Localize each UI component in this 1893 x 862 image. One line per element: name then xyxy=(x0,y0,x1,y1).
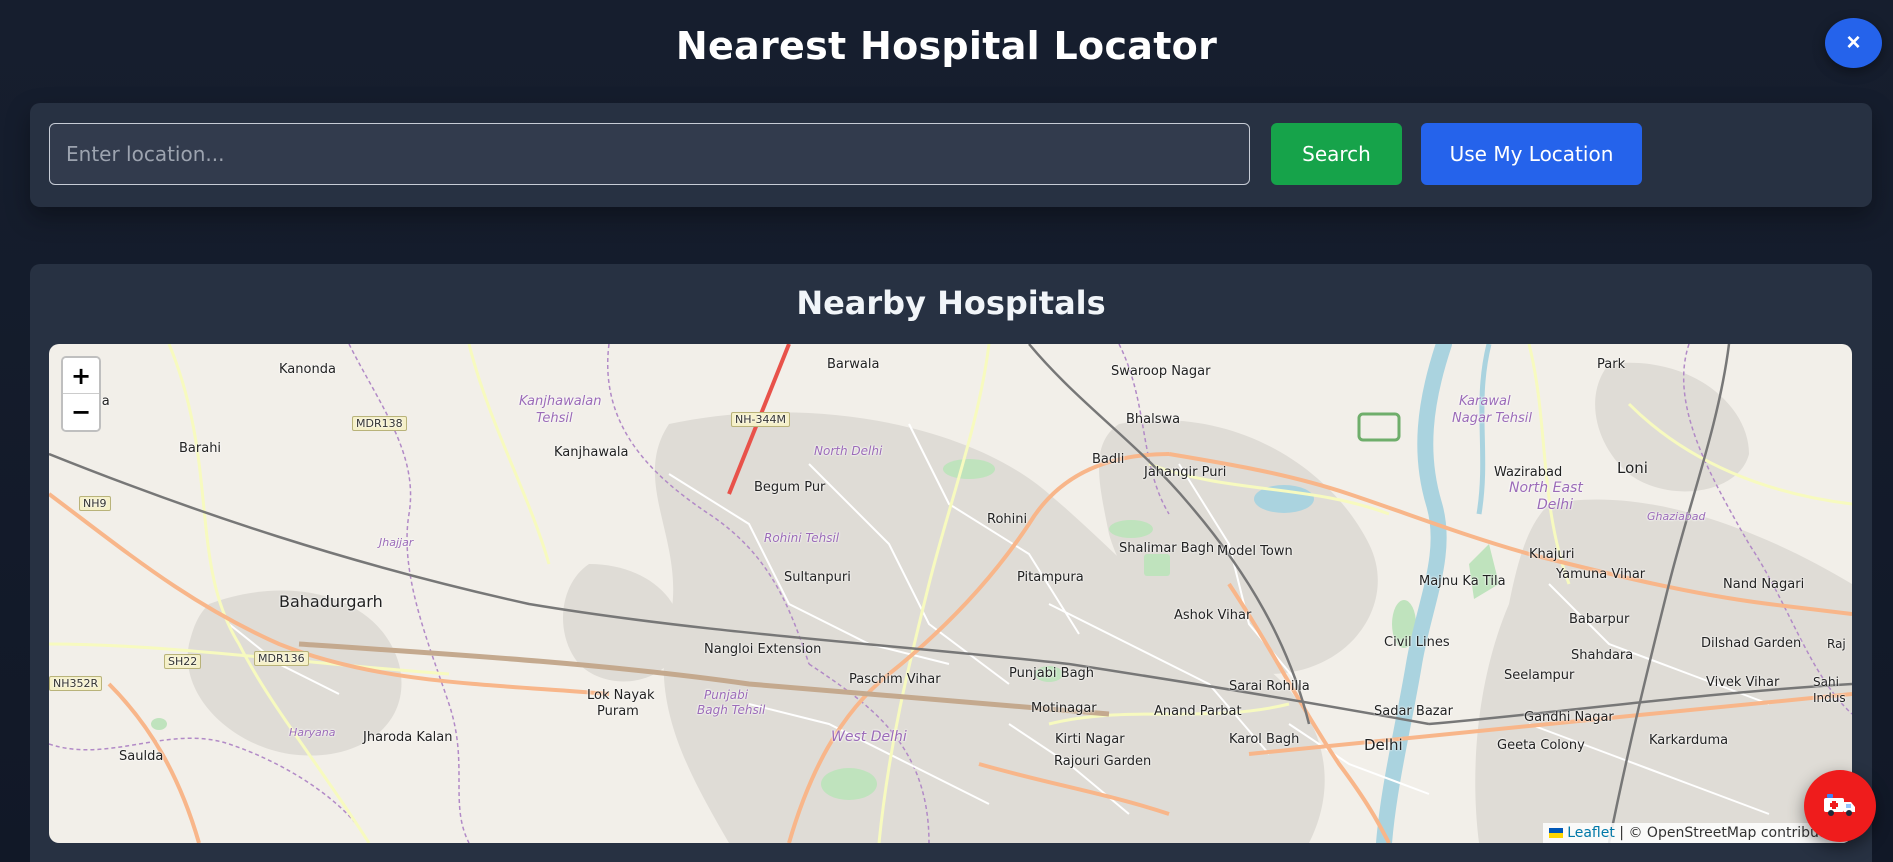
map-label: Swaroop Nagar xyxy=(1111,364,1211,379)
map-label: Karawal xyxy=(1459,394,1511,409)
map-label: Haryana xyxy=(289,726,336,739)
map-label: Ghaziabad xyxy=(1647,510,1706,523)
map-label: Anand Parbat xyxy=(1154,704,1242,719)
close-button[interactable]: × xyxy=(1825,18,1882,68)
map-label: Badli xyxy=(1092,452,1125,467)
map-label: Nagar Tehsil xyxy=(1452,411,1532,426)
map-label: Motinagar xyxy=(1031,701,1097,716)
map-label: Ashok Vihar xyxy=(1174,608,1252,623)
map-label: Barahi xyxy=(179,441,222,456)
map-label: Seelampur xyxy=(1504,668,1575,683)
map-label: Sahi xyxy=(1813,675,1839,689)
map-label: Delhi xyxy=(1537,497,1574,513)
map-label: Delhi xyxy=(1364,736,1403,754)
map-label: Tehsil xyxy=(536,411,573,426)
map-label: Jhajjar xyxy=(379,536,414,549)
map-label: Begum Pur xyxy=(754,480,826,495)
map-label: Nangloi Extension xyxy=(704,642,822,657)
map-label: Sadar Bazar xyxy=(1374,704,1453,719)
close-icon: × xyxy=(1846,29,1861,56)
map-label: Khajuri xyxy=(1529,547,1575,562)
map-label: Puram xyxy=(597,704,639,719)
map-label: MDR136 xyxy=(254,651,309,666)
leaflet-link[interactable]: Leaflet xyxy=(1567,825,1615,841)
location-input[interactable] xyxy=(49,123,1250,185)
map-label: Dilshad Garden xyxy=(1701,636,1802,651)
map-label: Vivek Vihar xyxy=(1706,675,1780,690)
map-label: Loni xyxy=(1617,459,1648,477)
map-label: Gandhi Nagar xyxy=(1524,710,1614,725)
map-label: SH22 xyxy=(164,654,202,669)
page-title: Nearest Hospital Locator xyxy=(675,24,1218,68)
map-label: Nand Nagari xyxy=(1723,577,1805,592)
yamuna-river xyxy=(1376,344,1452,843)
map-label: North Delhi xyxy=(814,444,883,458)
map-label: Paschim Vihar xyxy=(849,672,941,687)
map-label: Punjabi xyxy=(704,688,749,702)
search-button[interactable]: Search xyxy=(1271,123,1402,185)
urban-areas xyxy=(187,362,1852,843)
map-label: Karkarduma xyxy=(1649,733,1729,748)
map-label: Jharoda Kalan xyxy=(363,730,453,745)
map-label: Civil Lines xyxy=(1384,635,1450,650)
map-label: Sarai Rohilla xyxy=(1229,679,1310,694)
map-label: Jahangir Puri xyxy=(1144,465,1227,480)
map-label: North East xyxy=(1509,480,1583,496)
map-label: Yamuna Vihar xyxy=(1556,567,1646,582)
map-label: Rajouri Garden xyxy=(1054,754,1152,769)
map-label: Rohini Tehsil xyxy=(764,531,840,545)
map-label: Majnu Ka Tila xyxy=(1419,574,1506,589)
map-label: Lok Nayak xyxy=(587,688,655,703)
map-label: Park xyxy=(1597,357,1626,372)
map-label: Babarpur xyxy=(1569,612,1630,627)
map-attribution: Leaflet | © OpenStreetMap contributors xyxy=(1543,823,1852,843)
ukraine-flag-icon xyxy=(1549,828,1564,838)
map-label: Punjabi Bagh xyxy=(1009,666,1095,681)
page: Nearest Hospital Locator × Search Use My… xyxy=(0,0,1893,862)
zoom-out-button[interactable]: − xyxy=(63,394,99,430)
ambulance-icon xyxy=(1824,793,1855,816)
map-label: Raj xyxy=(1827,637,1846,651)
map-label: NH352R xyxy=(49,676,103,691)
map-label: Bagh Tehsil xyxy=(697,703,766,717)
use-my-location-button[interactable]: Use My Location xyxy=(1421,123,1642,185)
map-label: Shahdara xyxy=(1571,648,1634,663)
map-label: Indus xyxy=(1813,691,1846,705)
map-label: Pitampura xyxy=(1017,570,1084,585)
zoom-control: + − xyxy=(61,356,101,432)
map-label: Kanjhawala xyxy=(554,445,629,460)
emergency-ambulance-button[interactable] xyxy=(1804,770,1876,842)
map-label: Geeta Colony xyxy=(1497,738,1585,753)
canal xyxy=(1476,344,1492,515)
map-label: Wazirabad xyxy=(1494,465,1563,480)
section-title: Nearby Hospitals xyxy=(796,284,1106,322)
map-label: Kirti Nagar xyxy=(1055,732,1125,747)
map-label: Karol Bagh xyxy=(1229,732,1300,747)
map-label: MDR138 xyxy=(352,416,407,431)
map-view[interactable]: KanondaBarwalaSwaroop NagarParkaudhaMDR1… xyxy=(49,344,1852,843)
map-label: Saulda xyxy=(119,749,164,764)
search-panel: Search Use My Location xyxy=(30,103,1872,207)
map-label: Bhalswa xyxy=(1126,412,1181,427)
map-label: Kanonda xyxy=(279,362,336,377)
map-label: Bahadurgarh xyxy=(279,592,383,611)
map-label: West Delhi xyxy=(831,729,907,745)
map-label: NH-344M xyxy=(731,412,790,427)
nearby-hospitals-panel: Nearby Hospitals Kanonda Barwala Swaroop… xyxy=(30,264,1872,862)
map-label: Model Town xyxy=(1217,544,1293,559)
map-label: Rohini xyxy=(987,512,1028,527)
map-label: Sultanpuri xyxy=(784,570,851,585)
map-label: Barwala xyxy=(827,357,880,372)
map-label: NH9 xyxy=(79,496,111,511)
map-label: Shalimar Bagh xyxy=(1119,541,1215,556)
zoom-in-button[interactable]: + xyxy=(63,358,99,394)
map-label: Kanjhawalan xyxy=(519,394,602,409)
